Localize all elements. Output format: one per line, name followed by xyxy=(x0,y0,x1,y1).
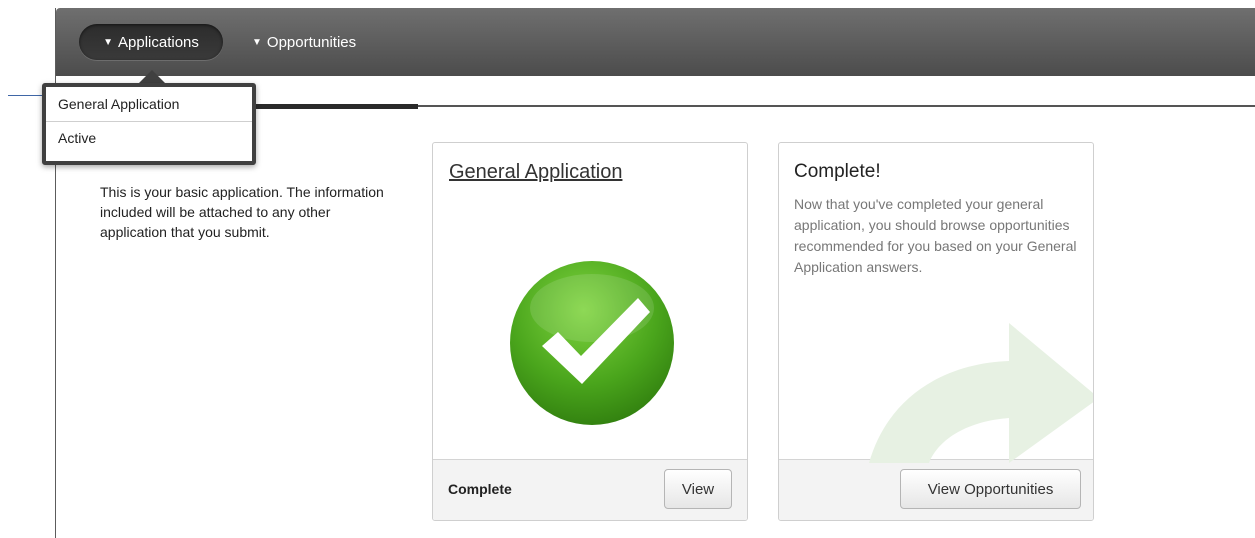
nav-applications-label: Applications xyxy=(118,33,199,51)
caret-down-icon: ▼ xyxy=(252,36,262,48)
section-divider-thin xyxy=(418,105,1255,107)
status-label: Complete xyxy=(448,481,512,497)
nav-opportunities-label: Opportunities xyxy=(266,33,357,51)
complete-card-description: Now that you've completed your general a… xyxy=(794,196,1077,275)
view-opportunities-button[interactable]: View Opportunities xyxy=(900,469,1081,509)
caret-down-icon: ▼ xyxy=(103,36,113,48)
top-navbar: ▼ Applications ▼ Opportunities xyxy=(56,8,1255,76)
complete-card: Complete! Now that you've completed your… xyxy=(778,142,1094,521)
applications-dropdown-menu: General Application Active xyxy=(42,83,256,165)
card-footer: View Opportunities xyxy=(779,459,1093,520)
left-gutter xyxy=(0,0,56,538)
page: ▼ Applications ▼ Opportunities cation Th… xyxy=(0,0,1255,538)
menu-item-general-application[interactable]: General Application xyxy=(46,87,252,121)
general-application-card: General Application Complete View xyxy=(432,142,748,521)
nav-opportunities-button[interactable]: ▼ Opportunities xyxy=(252,24,356,60)
general-application-link[interactable]: General Application xyxy=(449,161,622,184)
complete-card-title: Complete! xyxy=(794,161,881,182)
view-button[interactable]: View xyxy=(664,469,732,509)
card-footer: Complete View xyxy=(433,459,747,520)
nav-applications-button[interactable]: ▼ Applications xyxy=(79,24,223,60)
check-icon xyxy=(509,260,675,426)
intro-description: This is your basic application. The info… xyxy=(100,184,384,240)
menu-item-active[interactable]: Active xyxy=(46,121,252,155)
arrow-icon xyxy=(859,313,1093,463)
dropdown-pointer xyxy=(139,70,165,83)
